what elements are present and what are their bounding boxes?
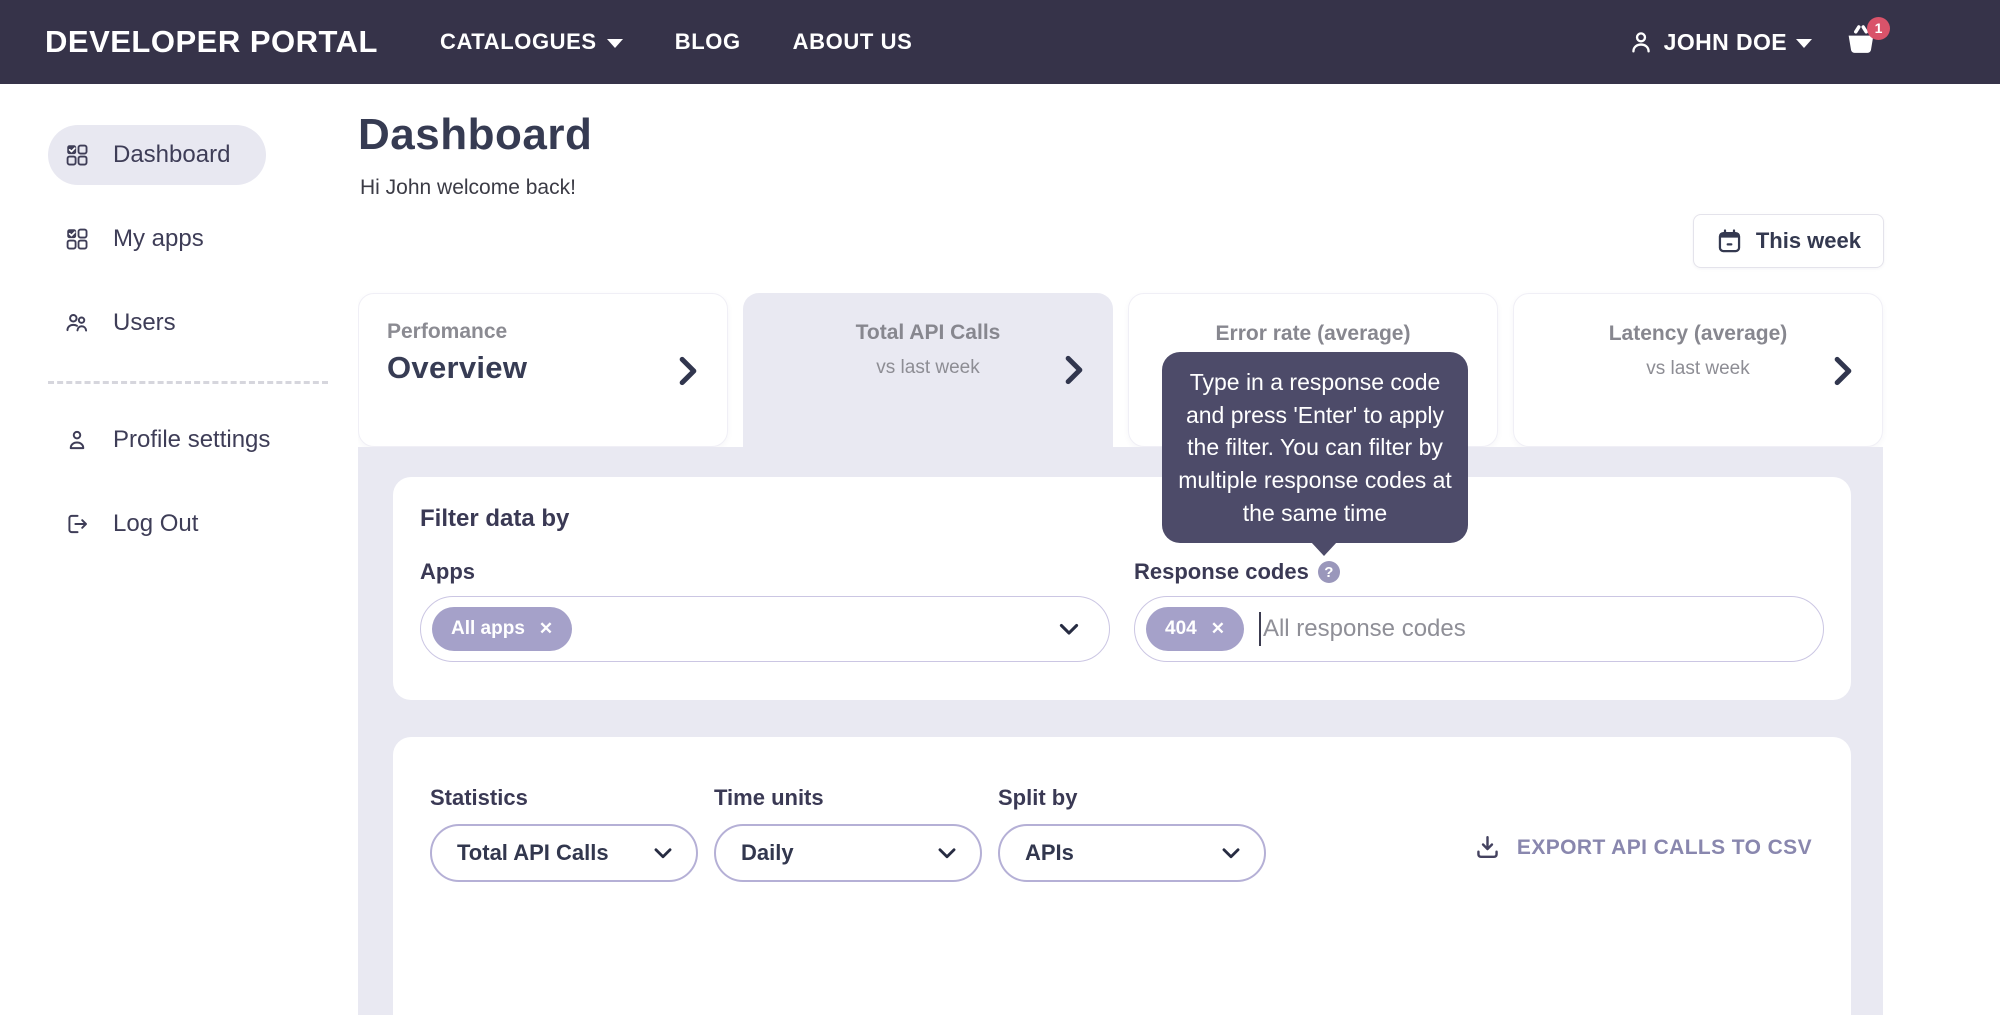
caret-down-icon bbox=[607, 39, 623, 48]
brand-logo: DEVELOPER PORTAL bbox=[45, 24, 378, 60]
sidebar-item-label: Dashboard bbox=[113, 141, 230, 169]
user-menu[interactable]: JOHN DOE bbox=[1627, 28, 1812, 56]
time-units-label: Time units bbox=[714, 785, 982, 811]
response-codes-tooltip: Type in a response code and press 'Enter… bbox=[1162, 352, 1468, 543]
split-by-select[interactable]: APIs bbox=[998, 824, 1266, 882]
user-name: JOHN DOE bbox=[1664, 29, 1787, 56]
grid-check-icon bbox=[64, 142, 90, 168]
apps-filter-field: Apps All apps ✕ bbox=[420, 559, 1110, 662]
export-csv-button[interactable]: EXPORT API CALLS TO CSV bbox=[1473, 833, 1812, 862]
sidebar-item-users[interactable]: Users bbox=[48, 293, 255, 353]
apps-filter-chip: All apps ✕ bbox=[432, 607, 572, 651]
time-units-select[interactable]: Daily bbox=[714, 824, 982, 882]
remove-chip-icon[interactable]: ✕ bbox=[1211, 619, 1225, 639]
card-title: Total API Calls bbox=[771, 321, 1085, 345]
card-total-api-calls[interactable]: Total API Calls vs last week bbox=[743, 293, 1113, 449]
statistics-label: Statistics bbox=[430, 785, 698, 811]
response-codes-input[interactable] bbox=[1263, 615, 1797, 643]
sidebar-item-my-apps[interactable]: My apps bbox=[48, 209, 255, 269]
card-eyebrow: Perfomance bbox=[387, 320, 699, 344]
filter-panel-heading: Filter data by bbox=[420, 505, 1824, 533]
greeting-text: Hi John welcome back! bbox=[360, 176, 576, 200]
basket-button[interactable]: 1 bbox=[1842, 21, 1880, 64]
calendar-icon bbox=[1716, 228, 1743, 255]
chevron-right-icon bbox=[1063, 355, 1085, 385]
page-title: Dashboard bbox=[358, 110, 592, 160]
person-icon bbox=[64, 427, 90, 453]
response-codes-input-box[interactable]: 404 ✕ bbox=[1134, 596, 1824, 662]
app-screen: DEVELOPER PORTAL CATALOGUES BLOG ABOUT U… bbox=[0, 0, 2000, 1015]
chevron-down-icon bbox=[934, 840, 960, 866]
users-icon bbox=[64, 310, 90, 336]
chevron-right-icon bbox=[1832, 356, 1854, 386]
nav-item-blog[interactable]: BLOG bbox=[675, 29, 741, 55]
sidebar-divider bbox=[48, 381, 328, 384]
caret-down-icon bbox=[1796, 39, 1812, 48]
time-units-control: Time units Daily bbox=[714, 785, 982, 882]
statistics-select[interactable]: Total API Calls bbox=[430, 824, 698, 882]
sidebar-item-label: My apps bbox=[113, 225, 204, 253]
split-by-label: Split by bbox=[998, 785, 1266, 811]
chevron-down-icon bbox=[1055, 615, 1083, 643]
card-subtitle: vs last week bbox=[771, 357, 1085, 379]
top-navigation: CATALOGUES BLOG ABOUT US bbox=[440, 29, 912, 55]
split-by-control: Split by APIs bbox=[998, 785, 1266, 882]
response-codes-filter-field: Response codes ? 404 ✕ bbox=[1134, 559, 1824, 662]
topbar: DEVELOPER PORTAL CATALOGUES BLOG ABOUT U… bbox=[0, 0, 2000, 84]
tooltip-tail bbox=[1311, 542, 1337, 556]
topbar-right: JOHN DOE 1 bbox=[1627, 21, 1880, 64]
response-codes-filter-label: Response codes ? bbox=[1134, 559, 1824, 585]
logout-icon bbox=[64, 511, 90, 537]
help-icon[interactable]: ? bbox=[1318, 561, 1340, 583]
apps-filter-select[interactable]: All apps ✕ bbox=[420, 596, 1110, 662]
card-subtitle: vs last week bbox=[1542, 358, 1854, 380]
main-content: Dashboard Hi John welcome back! This wee… bbox=[358, 84, 2000, 1015]
basket-count-badge: 1 bbox=[1867, 17, 1890, 40]
card-title: Overview bbox=[387, 350, 699, 386]
card-latency[interactable]: Latency (average) vs last week bbox=[1513, 293, 1883, 447]
nav-item-catalogues[interactable]: CATALOGUES bbox=[440, 29, 623, 55]
statistics-control: Statistics Total API Calls bbox=[430, 785, 698, 882]
remove-chip-icon[interactable]: ✕ bbox=[539, 619, 553, 639]
card-title: Latency (average) bbox=[1542, 322, 1854, 346]
grid-check-icon bbox=[64, 226, 90, 252]
sidebar-item-log-out[interactable]: Log Out bbox=[48, 494, 255, 554]
chevron-down-icon bbox=[650, 840, 676, 866]
sidebar-item-label: Log Out bbox=[113, 510, 198, 538]
chevron-right-icon bbox=[677, 356, 699, 386]
stat-cards-row: Perfomance Overview Total API Calls vs l… bbox=[358, 293, 1883, 449]
sidebar-item-dashboard[interactable]: Dashboard bbox=[48, 125, 266, 185]
sidebar-item-label: Profile settings bbox=[113, 426, 270, 454]
date-range-button[interactable]: This week bbox=[1693, 214, 1884, 268]
user-icon bbox=[1627, 28, 1655, 56]
content-band: Filter data by Apps All apps ✕ bbox=[358, 447, 1883, 1015]
nav-item-about-us[interactable]: ABOUT US bbox=[793, 29, 913, 55]
download-icon bbox=[1473, 833, 1502, 862]
apps-filter-label: Apps bbox=[420, 559, 1110, 585]
chevron-down-icon bbox=[1218, 840, 1244, 866]
tooltip-text: Type in a response code and press 'Enter… bbox=[1178, 369, 1452, 526]
text-cursor bbox=[1259, 612, 1261, 646]
filter-panel: Filter data by Apps All apps ✕ bbox=[393, 477, 1851, 700]
sidebar: Dashboard My apps Users bbox=[0, 84, 358, 1015]
statistics-panel: Statistics Total API Calls Time units Da… bbox=[393, 737, 1851, 1015]
sidebar-item-label: Users bbox=[113, 309, 176, 337]
card-title: Error rate (average) bbox=[1157, 322, 1469, 346]
card-performance-overview[interactable]: Perfomance Overview bbox=[358, 293, 728, 447]
response-code-chip: 404 ✕ bbox=[1146, 607, 1244, 651]
sidebar-item-profile-settings[interactable]: Profile settings bbox=[48, 410, 306, 470]
